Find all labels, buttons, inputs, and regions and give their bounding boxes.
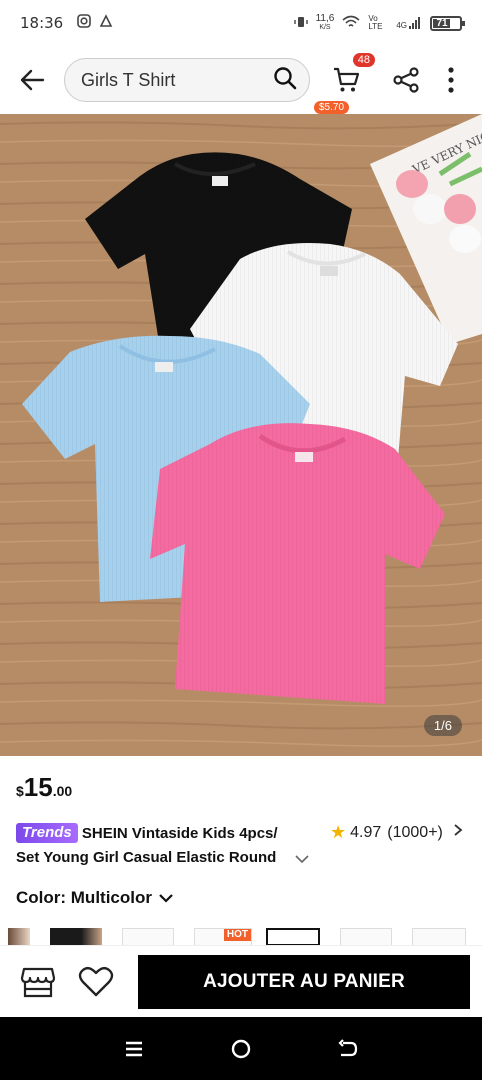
product-photo: VE VERY NIC: [0, 114, 482, 756]
volte-label: Vo LTE: [368, 14, 383, 31]
expand-title-button[interactable]: [294, 852, 310, 870]
color-selector[interactable]: Color: Multicolor: [16, 888, 174, 908]
wifi-icon: [342, 15, 360, 31]
arrow-left-icon: [20, 69, 45, 91]
vibrate-icon: [293, 15, 308, 31]
back-nav-button[interactable]: [328, 1029, 368, 1069]
hot-badge: HOT: [223, 929, 251, 941]
swatch-item[interactable]: HOT: [194, 928, 252, 946]
share-button[interactable]: [384, 58, 428, 102]
instagram-icon: [77, 14, 92, 32]
swatch-item[interactable]: [340, 928, 392, 946]
product-title-row: Trends SHEIN Vintaside Kids 4pcs/ Set Yo…: [16, 822, 470, 870]
share-icon: [393, 67, 419, 93]
swatch-item[interactable]: [122, 928, 174, 946]
status-bar: 18:36 11,6 K/S Vo LTE 4G 71: [0, 0, 482, 46]
search-bar[interactable]: [64, 58, 310, 102]
return-icon: [338, 1038, 358, 1056]
product-title[interactable]: Trends SHEIN Vintaside Kids 4pcs/ Set Yo…: [16, 822, 316, 870]
store-icon: [20, 967, 56, 997]
image-page-indicator: 1/6: [423, 715, 462, 736]
data-speed: 11,6 K/S: [315, 13, 335, 32]
store-button[interactable]: [16, 960, 60, 1004]
cart-price-badge: $5.70: [314, 101, 350, 114]
swatch-item-selected[interactable]: [266, 928, 320, 946]
chevron-down-icon: [295, 855, 309, 864]
search-icon[interactable]: [273, 66, 297, 95]
product-price: $ 15 .00: [16, 772, 73, 802]
review-count: (1000+): [387, 823, 443, 841]
recent-apps-button[interactable]: [114, 1029, 154, 1069]
menu-icon: [125, 1041, 142, 1056]
product-image-carousel[interactable]: VE VERY NIC 1/6: [0, 114, 482, 756]
swatch-item[interactable]: [8, 928, 30, 946]
bottom-action-bar: AJOUTER AU PANIER: [0, 945, 482, 1017]
color-swatches: HOT: [8, 928, 478, 946]
heart-icon: [78, 966, 114, 996]
system-nav-bar: [0, 1017, 482, 1080]
circle-icon: [231, 1039, 251, 1058]
chevron-down-icon: [159, 894, 173, 903]
swatch-item[interactable]: [412, 928, 466, 946]
chevron-right-icon: [453, 823, 463, 842]
cart-icon: [334, 67, 360, 92]
battery-icon: 71: [430, 15, 465, 31]
header: 48 $5.70: [0, 46, 482, 114]
status-time: 18:36: [20, 14, 64, 32]
search-input[interactable]: [81, 69, 273, 91]
cart-button[interactable]: 48 $5.70: [314, 52, 376, 114]
trends-badge: Trends: [16, 823, 78, 843]
notification-icon: [99, 14, 113, 32]
rating-summary[interactable]: ★ 4.97 (1000+): [330, 822, 463, 843]
star-icon: ★: [330, 822, 347, 842]
rating-value: 4.97: [350, 823, 382, 841]
swatch-item[interactable]: [50, 928, 102, 946]
more-options-button[interactable]: [436, 58, 466, 102]
color-label: Color: Multicolor: [16, 888, 152, 907]
cart-count-badge: 48: [351, 52, 376, 68]
signal-icon: 4G: [396, 16, 422, 30]
back-button[interactable]: [0, 46, 64, 114]
wishlist-button[interactable]: [74, 960, 118, 1004]
add-to-cart-button[interactable]: AJOUTER AU PANIER: [138, 954, 470, 1009]
more-vertical-icon: [448, 67, 454, 93]
home-button[interactable]: [221, 1029, 261, 1069]
